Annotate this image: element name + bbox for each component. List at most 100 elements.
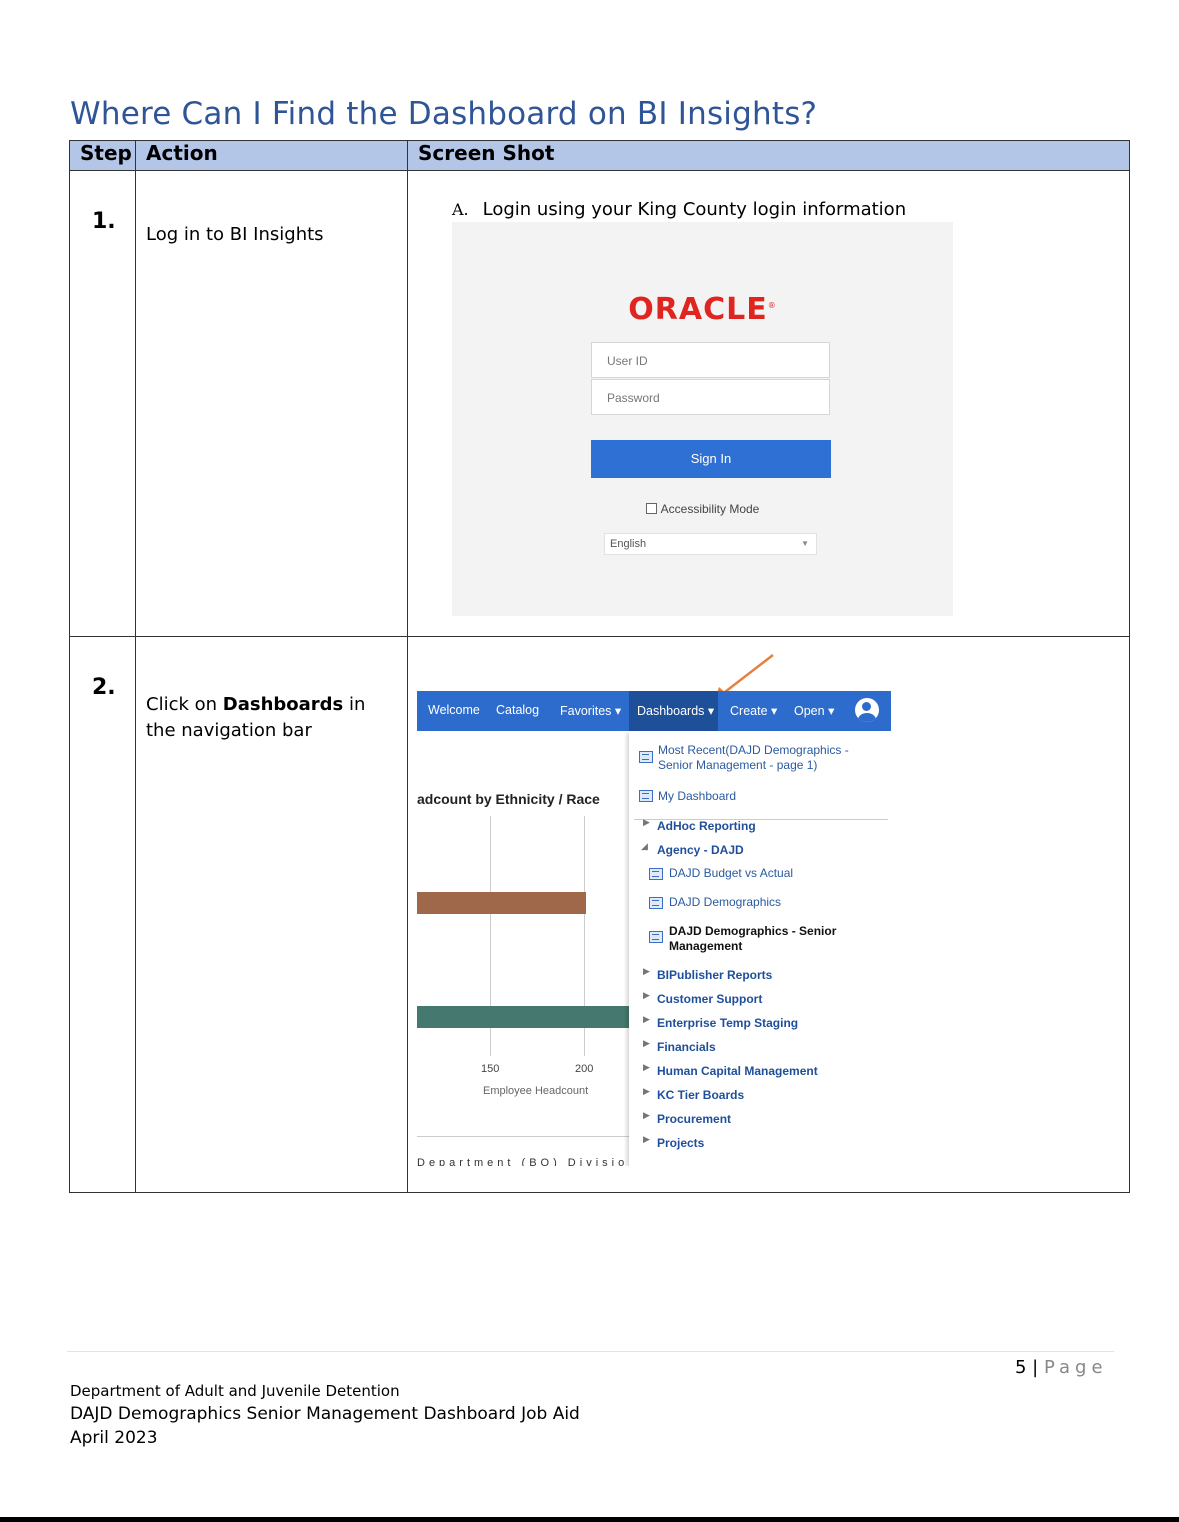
menu-item-procurement[interactable]: Procurement [657, 1112, 731, 1127]
x-axis-label: Employee Headcount [483, 1085, 589, 1097]
chevron-down-icon: ▾ [828, 704, 835, 718]
bottom-border [0, 1517, 1179, 1522]
dashboard-icon [649, 931, 663, 943]
chart-bar [417, 892, 586, 914]
header-step: Step [69, 140, 136, 171]
footer-document-title: DAJD Demographics Senior Management Dash… [70, 1404, 580, 1424]
divider [417, 1136, 629, 1137]
nav-bar: Welcome Catalog Favorites ▾ Dashboards ▾… [417, 691, 891, 731]
language-select[interactable]: English ▼ [604, 533, 817, 555]
menu-item-senior-line1: DAJD Demographics - Senior [669, 924, 837, 938]
chevron-down-icon: ▾ [771, 704, 778, 718]
bi-dashboard-screenshot: Welcome Catalog Favorites ▾ Dashboards ▾… [417, 691, 892, 1166]
expand-arrow-icon[interactable]: ▶ [643, 990, 650, 1001]
page-number: 5 | Page [1015, 1357, 1108, 1378]
menu-item-financials[interactable]: Financials [657, 1040, 716, 1055]
action-bold: Dashboards [222, 694, 344, 715]
page-number-value: 5 [1015, 1357, 1027, 1378]
screenshot-cell: Welcome Catalog Favorites ▾ Dashboards ▾… [407, 636, 1130, 1193]
registered-mark: ® [767, 301, 777, 310]
menu-item-bipublisher[interactable]: BIPublisher Reports [657, 968, 772, 983]
menu-item-agency-dajd[interactable]: Agency - DAJD [657, 843, 744, 858]
table-row: 2. Click on Dashboards in the navigation… [69, 636, 1130, 1193]
menu-item-demographics[interactable]: DAJD Demographics [669, 895, 781, 910]
expand-arrow-icon[interactable]: ▶ [643, 817, 650, 828]
step-cell: 2. [69, 636, 136, 1193]
chevron-down-icon: ▾ [707, 704, 715, 718]
nav-welcome[interactable]: Welcome [428, 703, 480, 717]
steps-table: Step Action Screen Shot 1. Log in to BI … [69, 140, 1130, 1193]
menu-item-adhoc[interactable]: AdHoc Reporting [657, 819, 756, 834]
page-title: Where Can I Find the Dashboard on BI Ins… [70, 96, 818, 132]
header-screenshot: Screen Shot [407, 140, 1130, 171]
instruction-letter: A. [452, 200, 469, 219]
dashboard-icon [639, 751, 653, 763]
action-cell: Click on Dashboards in the navigation ba… [135, 636, 408, 1193]
step-cell: 1. [69, 170, 136, 637]
nav-dashboards-label: Dashboards [637, 704, 705, 718]
nav-catalog[interactable]: Catalog [496, 703, 539, 717]
action-text: Log in to BI Insights [146, 224, 324, 245]
dashboard-icon [649, 868, 663, 880]
password-field[interactable]: Password [591, 379, 830, 415]
page-word: Page [1043, 1357, 1108, 1378]
nav-favorites-label: Favorites [560, 704, 612, 718]
expand-arrow-icon[interactable]: ▶ [643, 966, 650, 977]
menu-item-kc-tier[interactable]: KC Tier Boards [657, 1088, 744, 1103]
menu-item-senior-management[interactable]: DAJD Demographics - Senior Management [669, 924, 836, 954]
action-text: Click on Dashboards in the navigation ba… [136, 637, 391, 744]
accessibility-mode-option[interactable]: Accessibility Mode [452, 502, 953, 516]
oracle-logo: ORACLE® [452, 292, 953, 327]
dashboard-icon [639, 790, 653, 802]
language-value: English [610, 538, 647, 550]
chevron-down-icon: ▾ [614, 704, 622, 718]
page-number-separator: | [1026, 1357, 1044, 1378]
menu-item-customer-support[interactable]: Customer Support [657, 992, 762, 1007]
dropdown-arrow-icon: ▼ [801, 539, 809, 548]
checkbox-icon[interactable] [645, 503, 657, 514]
nav-favorites[interactable]: Favorites ▾ [560, 703, 621, 718]
menu-item-most-recent[interactable]: Most Recent(DAJD Demographics - Senior Ma… [658, 743, 849, 773]
header-action: Action [135, 140, 408, 171]
collapse-arrow-icon[interactable]: ◢ [641, 841, 648, 852]
dashboard-icon [649, 897, 663, 909]
nav-open[interactable]: Open ▾ [794, 703, 834, 718]
table-header-row: Step Action Screen Shot [69, 140, 1130, 171]
menu-item-my-dashboard[interactable]: My Dashboard [658, 789, 736, 804]
expand-arrow-icon[interactable]: ▶ [643, 1062, 650, 1073]
nav-create-label: Create [730, 704, 768, 718]
expand-arrow-icon[interactable]: ▶ [643, 1038, 650, 1049]
menu-item-most-recent-line2: Senior Management - page 1) [658, 758, 818, 772]
footer-date: April 2023 [70, 1428, 158, 1448]
footer-department: Department of Adult and Juvenile Detenti… [70, 1382, 400, 1400]
nav-open-label: Open [794, 704, 825, 718]
chart-title: adcount by Ethnicity / Race [417, 791, 600, 807]
action-prefix: Click on [146, 694, 223, 715]
nav-create[interactable]: Create ▾ [730, 703, 777, 718]
accessibility-label: Accessibility Mode [660, 502, 760, 516]
user-id-field[interactable]: User ID [591, 342, 830, 378]
instruction-text: Login using your King County login infor… [482, 199, 907, 220]
oracle-logo-text: ORACLE [628, 292, 768, 327]
expand-arrow-icon[interactable]: ▶ [643, 1014, 650, 1025]
menu-item-projects[interactable]: Projects [657, 1136, 704, 1151]
menu-item-most-recent-line1: Most Recent(DAJD Demographics - [658, 743, 849, 757]
nav-dashboards[interactable]: Dashboards ▾ [637, 703, 714, 718]
dashboards-dropdown-menu: Most Recent(DAJD Demographics - Senior Ma… [629, 731, 892, 1166]
action-cell: Log in to BI Insights [135, 170, 408, 637]
table-row: 1. Log in to BI Insights A. Login using y… [69, 170, 1130, 637]
x-tick-label: 150 [481, 1063, 500, 1075]
menu-item-budget[interactable]: DAJD Budget vs Actual [669, 866, 793, 881]
user-avatar-icon[interactable] [855, 698, 879, 722]
expand-arrow-icon[interactable]: ▶ [643, 1134, 650, 1145]
screenshot-cell: A. Login using your King County login inf… [407, 170, 1130, 637]
menu-item-hcm[interactable]: Human Capital Management [657, 1064, 818, 1079]
oracle-login-screenshot: ORACLE® User ID Password Sign In Accessi… [452, 222, 953, 616]
sign-in-button[interactable]: Sign In [591, 440, 831, 478]
expand-arrow-icon[interactable]: ▶ [643, 1086, 650, 1097]
chart-bar [417, 1006, 629, 1028]
instruction-line: A. Login using your King County login inf… [452, 199, 906, 220]
expand-arrow-icon[interactable]: ▶ [643, 1110, 650, 1121]
step-number: 1. [92, 209, 116, 234]
menu-item-enterprise[interactable]: Enterprise Temp Staging [657, 1016, 798, 1031]
